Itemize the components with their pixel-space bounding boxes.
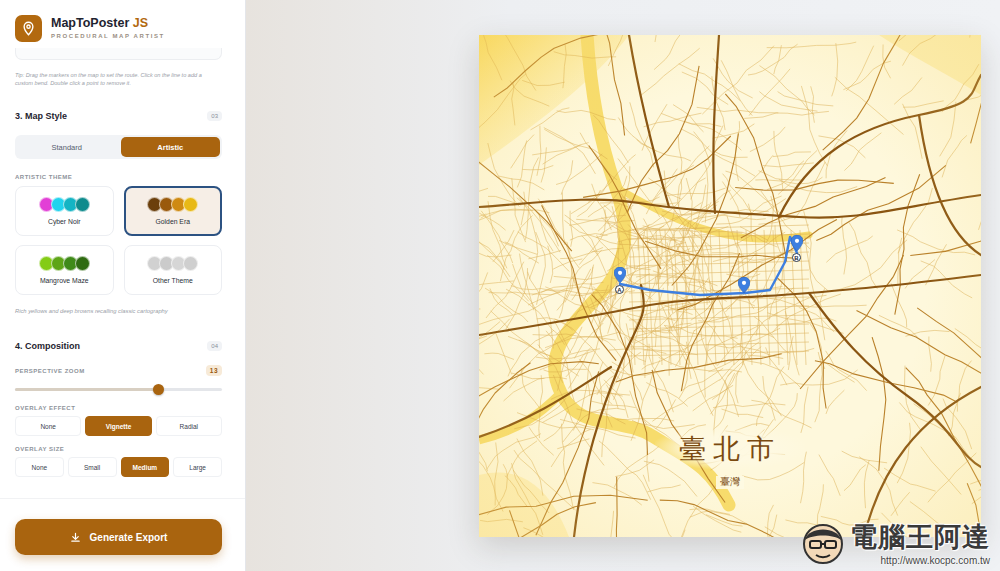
overlay-effect-option[interactable]: Vignette <box>85 416 151 436</box>
route-field[interactable] <box>15 48 222 60</box>
style-mode-button[interactable]: Standard <box>17 137 117 157</box>
overlay-size-option[interactable]: Small <box>68 457 117 477</box>
theme-swatches <box>39 256 90 271</box>
overlay-effect-option[interactable]: Radial <box>156 416 222 436</box>
brand: MapToPoster JS PROCEDURAL MAP ARTIST <box>51 17 165 40</box>
color-swatch <box>75 256 90 271</box>
caption-ground: 臺北市 <box>655 427 805 469</box>
theme-swatches <box>147 256 198 271</box>
export-label: Generate Export <box>90 532 168 543</box>
poster-subtitle: 臺灣 <box>716 476 744 489</box>
watermark-name: 電腦王阿達 <box>850 519 990 555</box>
style-toggle: StandardArtistic <box>15 135 222 159</box>
download-icon <box>70 532 81 543</box>
theme-swatches <box>147 197 198 212</box>
pin-icon <box>791 235 803 251</box>
theme-description: Rich yellows and deep browns recalling c… <box>15 308 222 314</box>
overlay-size-option[interactable]: None <box>15 457 64 477</box>
theme-name: Other Theme <box>153 277 193 284</box>
color-swatch <box>75 197 90 212</box>
overlay-size-label-row: OVERLAY SIZE <box>15 446 222 452</box>
theme-name: Golden Era <box>156 218 190 225</box>
sidebar-footer: Generate Export <box>0 498 245 571</box>
composition-section: 4. Composition 04 <box>15 339 222 353</box>
zoom-label-row: PERSPECTIVE ZOOM 13 <box>15 365 222 376</box>
sidebar: MapToPoster JS PROCEDURAL MAP ARTIST Tip: … <box>0 0 246 571</box>
overlay-effect-option[interactable]: None <box>15 416 81 436</box>
export-button[interactable]: Generate Export <box>15 519 222 555</box>
overlay-effect-label: OVERLAY EFFECT <box>15 405 75 411</box>
theme-label-row: ARTISTIC THEME <box>15 174 222 180</box>
route-marker[interactable] <box>738 277 750 293</box>
theme-card[interactable]: Cyber Noir <box>15 186 114 236</box>
theme-label: ARTISTIC THEME <box>15 174 72 180</box>
color-swatch <box>183 256 198 271</box>
theme-card[interactable]: Golden Era <box>124 186 223 236</box>
preview-area: A B 臺北市臺灣電腦王阿達http://www.kocpc.com.tw <box>246 0 1000 571</box>
overlay-size-options: NoneSmallMediumLarge <box>15 457 222 477</box>
poster-title: 臺北市 <box>679 431 781 467</box>
color-swatch <box>183 197 198 212</box>
overlay-size-option[interactable]: Medium <box>121 457 170 477</box>
app-name-accent: JS <box>133 16 148 30</box>
zoom-reading: 13 <box>206 365 222 376</box>
watermark-text: 電腦王阿達http://www.kocpc.com.tw <box>850 519 990 566</box>
pin-icon <box>738 277 750 293</box>
theme-name: Mangrove Maze <box>40 277 89 284</box>
mascot-icon <box>800 520 846 566</box>
theme-grid: Cyber Noir Golden Era Mangrove Maze Other T… <box>15 186 222 295</box>
route-tip: Tip: Drag the markers on the map to set … <box>15 71 222 87</box>
app-header: MapToPoster JS PROCEDURAL MAP ARTIST <box>0 0 245 48</box>
map-style-section-heading: 3. Map Style <box>15 111 67 121</box>
watermark: 電腦王阿達http://www.kocpc.com.tw <box>800 519 990 566</box>
slider-thumb[interactable] <box>153 384 164 395</box>
composition-section-heading: 4. Composition <box>15 341 80 351</box>
map-style-section-badge: 03 <box>207 111 222 121</box>
theme-card[interactable]: Other Theme <box>124 245 223 295</box>
route-marker[interactable] <box>791 235 803 251</box>
map-poster: A B 臺北市臺灣 <box>479 35 981 537</box>
app-tagline: PROCEDURAL MAP ARTIST <box>51 33 165 39</box>
slider-track <box>15 388 222 391</box>
overlay-size-option[interactable]: Large <box>173 457 222 477</box>
marker-letter: B <box>792 253 801 262</box>
composition-section-badge: 04 <box>207 341 222 351</box>
marker-letter: A <box>615 285 624 294</box>
map-pin-icon <box>21 21 36 36</box>
overlay-size-label: OVERLAY SIZE <box>15 446 64 452</box>
app-name: MapToPoster <box>51 16 129 30</box>
app-title: MapToPoster JS <box>51 17 165 31</box>
theme-name: Cyber Noir <box>48 218 80 225</box>
overlay-effect-options: NoneVignetteRadial <box>15 416 222 436</box>
app-logo <box>15 15 42 42</box>
poster-caption: 臺北市臺灣 <box>479 427 981 489</box>
zoom-label: PERSPECTIVE ZOOM <box>15 368 85 374</box>
theme-card[interactable]: Mangrove Maze <box>15 245 114 295</box>
slider-fill <box>15 388 158 391</box>
zoom-slider[interactable] <box>15 383 222 395</box>
pin-icon <box>614 267 626 283</box>
overlay-effect-label-row: OVERLAY EFFECT <box>15 405 222 411</box>
map-style-section: 3. Map Style 03 <box>15 109 222 123</box>
route-marker[interactable] <box>614 267 626 283</box>
settings-panel: Tip: Drag the markers on the map to set … <box>0 48 245 498</box>
watermark-url: http://www.kocpc.com.tw <box>881 555 990 566</box>
style-mode-button[interactable]: Artistic <box>121 137 221 157</box>
theme-swatches <box>39 197 90 212</box>
